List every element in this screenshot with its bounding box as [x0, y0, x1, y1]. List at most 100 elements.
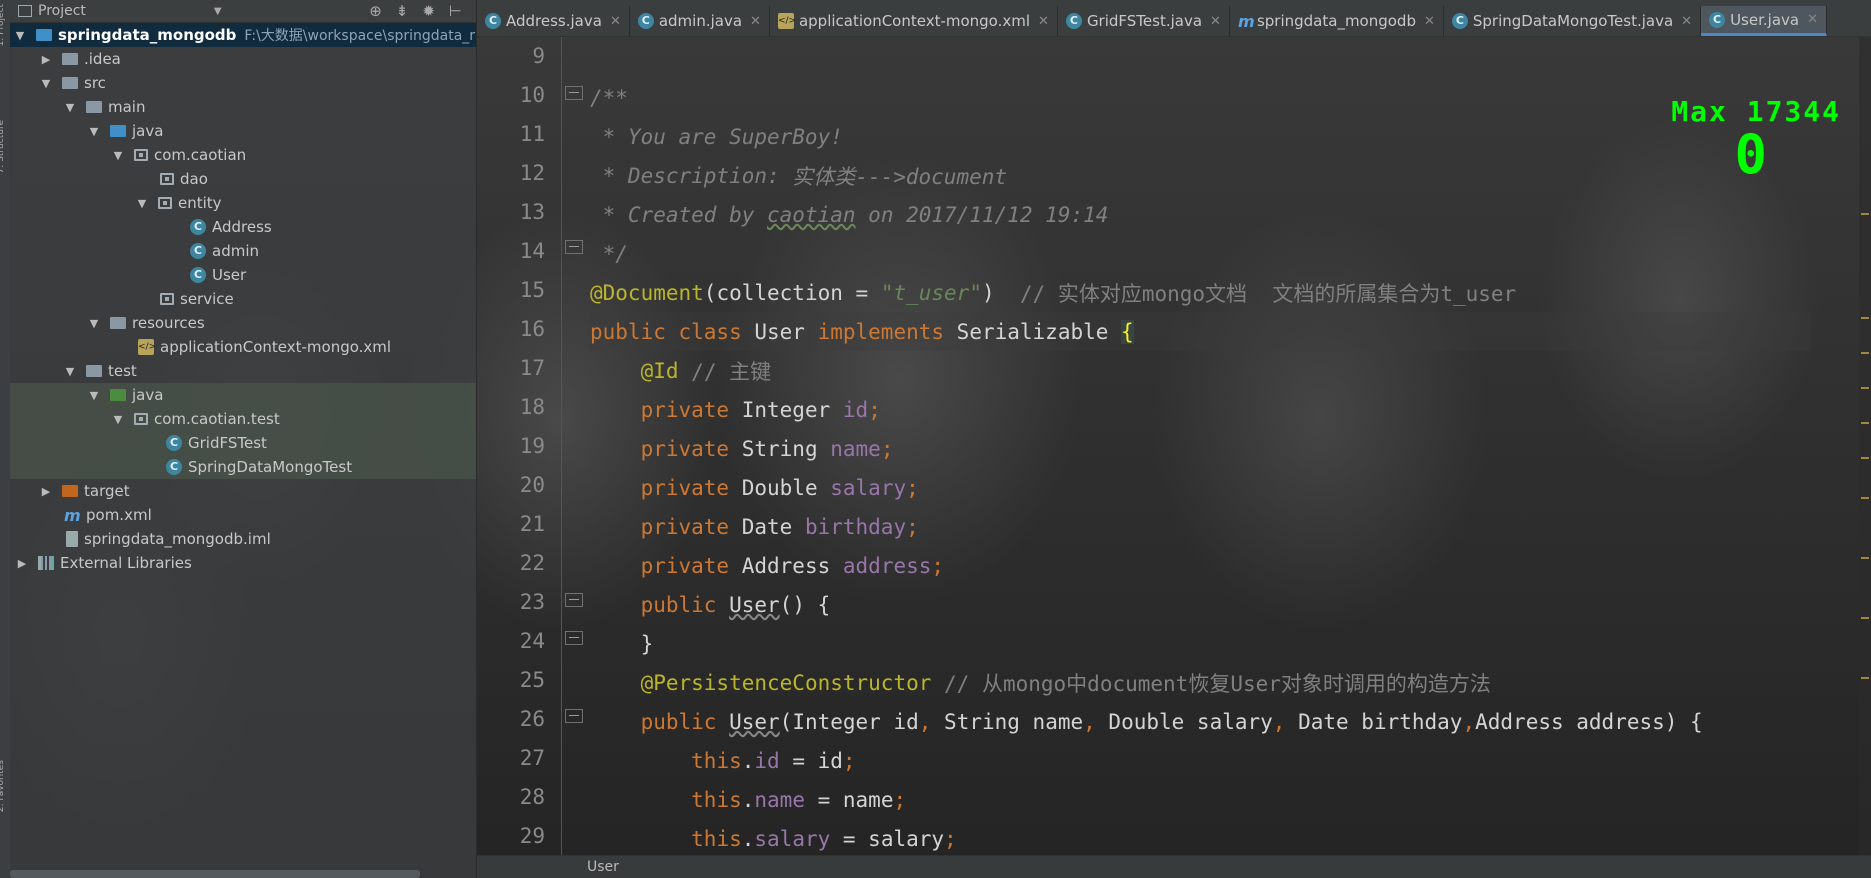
- close-icon[interactable]: ✕: [1681, 14, 1692, 29]
- code-line-28: this. name = name;: [691, 787, 907, 812]
- stripe-marker[interactable]: [1861, 387, 1869, 389]
- tree-item-address[interactable]: C Address: [10, 215, 476, 239]
- tree-item-springdatamongotest[interactable]: C SpringDataMongoTest: [10, 455, 476, 479]
- fold-marker-icon[interactable]: [565, 631, 583, 645]
- package-icon: [160, 173, 174, 185]
- tree-item-label: service: [180, 290, 234, 308]
- line-number: 22: [519, 551, 545, 575]
- collapsed-arrow-icon[interactable]: ▶: [16, 557, 28, 570]
- stripe-marker[interactable]: [1861, 317, 1869, 319]
- tree-item-java[interactable]: ▼ java: [10, 119, 476, 143]
- code-line-18: private Integer id;: [640, 397, 881, 422]
- tab-address-java[interactable]: C Address.java ✕: [477, 6, 630, 36]
- expand-arrow-icon[interactable]: ▼: [112, 413, 124, 426]
- annotation: @Document: [590, 280, 704, 305]
- tree-item-entity[interactable]: ▼ entity: [10, 191, 476, 215]
- stripe-marker[interactable]: [1861, 213, 1869, 215]
- gear-icon[interactable]: ✹: [422, 2, 435, 20]
- folder-icon: [86, 365, 102, 377]
- locate-icon[interactable]: ⊕: [369, 2, 382, 20]
- tab-admin-java[interactable]: C admin.java ✕: [630, 6, 770, 36]
- fold-marker-icon[interactable]: [565, 709, 583, 723]
- structure-tool-label[interactable]: 7: Structure: [0, 120, 6, 174]
- tab-springdatamongotest-java[interactable]: C SpringDataMongoTest.java ✕: [1444, 6, 1702, 36]
- comment-text: * Description:: [590, 163, 793, 188]
- fold-marker-icon[interactable]: [565, 240, 583, 254]
- stripe-marker[interactable]: [1861, 352, 1869, 354]
- package-icon: [134, 413, 148, 425]
- close-icon[interactable]: ✕: [610, 14, 621, 29]
- stripe-marker[interactable]: [1861, 557, 1869, 559]
- tree-item-admin[interactable]: C admin: [10, 239, 476, 263]
- expand-arrow-icon[interactable]: ▼: [112, 149, 124, 162]
- stripe-marker[interactable]: [1861, 617, 1869, 619]
- close-icon[interactable]: ✕: [1210, 14, 1221, 29]
- expand-arrow-icon[interactable]: ▼: [14, 29, 26, 42]
- tab-label: Address.java: [506, 12, 602, 30]
- tree-item-src[interactable]: ▼ src: [10, 71, 476, 95]
- tree-item-com-caotian-test[interactable]: ▼ com.caotian.test: [10, 407, 476, 431]
- tab-gridfstest-java[interactable]: C GridFSTest.java ✕: [1058, 6, 1230, 36]
- current-score: 0: [1734, 123, 1769, 186]
- expand-arrow-icon[interactable]: ▼: [88, 389, 100, 402]
- tree-item-com-caotian[interactable]: ▼ com.caotian: [10, 143, 476, 167]
- horizontal-scrollbar[interactable]: [10, 870, 420, 878]
- tree-item-application-context[interactable]: </> applicationContext-mongo.xml: [10, 335, 476, 359]
- tree-item-resources[interactable]: ▼ resources: [10, 311, 476, 335]
- tree-item-idea[interactable]: ▶ .idea: [10, 47, 476, 71]
- project-tool-label[interactable]: 1: Project: [0, 4, 6, 46]
- close-icon[interactable]: ✕: [1807, 12, 1818, 27]
- tab-application-context-xml[interactable]: </> applicationContext-mongo.xml ✕: [770, 6, 1058, 36]
- stripe-marker[interactable]: [1861, 422, 1869, 424]
- fold-marker-icon[interactable]: [565, 593, 583, 607]
- expand-arrow-icon[interactable]: ▼: [88, 125, 100, 138]
- tree-item-target[interactable]: ▶ target: [10, 479, 476, 503]
- maven-icon: m: [64, 505, 81, 525]
- tree-item-test[interactable]: ▼ test: [10, 359, 476, 383]
- tree-item-gridfstest[interactable]: C GridFSTest: [10, 431, 476, 455]
- collapsed-arrow-icon[interactable]: ▶: [40, 485, 52, 498]
- maven-icon: m: [1237, 11, 1255, 31]
- tree-item-user[interactable]: C User: [10, 263, 476, 287]
- expand-arrow-icon[interactable]: ▼: [40, 77, 52, 90]
- tree-item-dao[interactable]: dao: [10, 167, 476, 191]
- collapse-icon[interactable]: ⇟: [396, 2, 409, 20]
- line-number: 14: [519, 239, 545, 263]
- tree-item-springdata_mongodb[interactable]: ▼ springdata_mongodb F:\大数据\workspace\sp…: [10, 23, 476, 47]
- project-panel-title[interactable]: Project: [38, 3, 86, 19]
- error-stripe[interactable]: [1859, 37, 1871, 856]
- tree-item-iml[interactable]: springdata_mongodb.iml: [10, 527, 476, 551]
- stripe-marker[interactable]: [1861, 497, 1869, 499]
- line-number: 23: [519, 590, 545, 614]
- fold-marker-icon[interactable]: [565, 86, 583, 100]
- close-icon[interactable]: ✕: [750, 14, 761, 29]
- code-line-20: private Double salary;: [640, 475, 919, 500]
- resources-folder-icon: [110, 317, 126, 329]
- line-number: 27: [519, 746, 545, 770]
- hide-icon[interactable]: ⊢: [449, 2, 462, 20]
- favorites-tool-label[interactable]: 2: Favorites: [0, 760, 6, 812]
- code-line-16: public class User implements Serializabl…: [590, 312, 1811, 351]
- tab-label: admin.java: [658, 12, 743, 30]
- close-icon[interactable]: ✕: [1424, 14, 1435, 29]
- breadcrumb-item-user[interactable]: User: [587, 859, 619, 875]
- expand-arrow-icon[interactable]: ▼: [136, 197, 148, 210]
- collapsed-arrow-icon[interactable]: ▶: [40, 53, 52, 66]
- expand-arrow-icon[interactable]: ▼: [64, 365, 76, 378]
- stripe-marker[interactable]: [1861, 677, 1869, 679]
- tree-item-service[interactable]: service: [10, 287, 476, 311]
- tab-springdata-mongodb[interactable]: m springdata_mongodb ✕: [1230, 6, 1444, 36]
- expand-arrow-icon[interactable]: ▼: [88, 317, 100, 330]
- tree-item-external-libraries[interactable]: ▶ External Libraries: [10, 551, 476, 575]
- tree-item-pom[interactable]: m pom.xml: [10, 503, 476, 527]
- tree-item-test-java[interactable]: ▼ java: [10, 383, 476, 407]
- tab-user-java[interactable]: C User.java ✕: [1701, 6, 1827, 36]
- tree-item-main[interactable]: ▼ main: [10, 95, 476, 119]
- code-editor[interactable]: 9 10 11 12 13 14 15 16 17 18 19 20 21 22…: [477, 37, 1871, 856]
- expand-arrow-icon[interactable]: ▼: [64, 101, 76, 114]
- comment-text: on 2017/11/12 19:14: [855, 202, 1109, 227]
- close-icon[interactable]: ✕: [1038, 14, 1049, 29]
- chevron-down-icon[interactable]: ▼: [214, 6, 222, 17]
- comment-text: * You are SuperBoy!: [590, 124, 843, 149]
- stripe-marker[interactable]: [1861, 457, 1869, 459]
